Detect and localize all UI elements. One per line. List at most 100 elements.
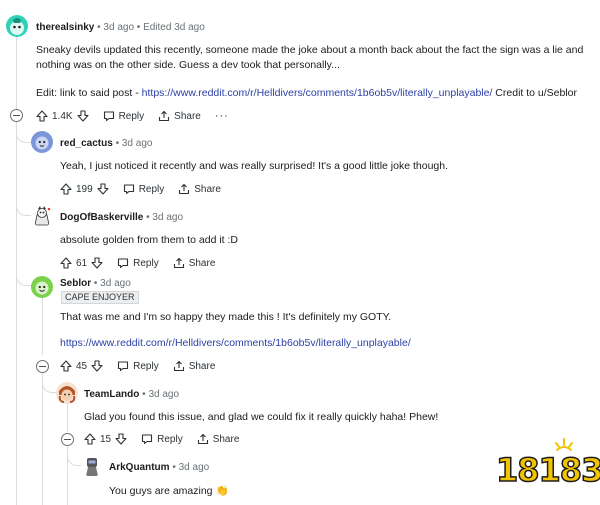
- reply-icon: [123, 184, 134, 195]
- comment-body: absolute golden from them to add it :D: [60, 234, 239, 246]
- timestamp: • 3d ago • Edited 3d ago: [97, 22, 205, 33]
- comment-body: Yeah, I just noticed it recently and was…: [60, 160, 449, 172]
- timestamp: • 3d ago: [93, 278, 131, 289]
- share-button[interactable]: Share: [158, 110, 201, 122]
- comment-actions: 199 Reply Share: [60, 181, 235, 197]
- thread-line-teamlando: [67, 403, 68, 432]
- reply-button[interactable]: Reply: [123, 183, 165, 195]
- username[interactable]: TeamLando: [84, 389, 139, 400]
- downvote-icon[interactable]: [115, 433, 127, 445]
- reply-icon: [118, 258, 129, 269]
- comment-body: You guys are amazing 👏: [109, 484, 509, 499]
- reply-button[interactable]: Reply: [117, 257, 159, 269]
- collapse-thread-button[interactable]: [61, 433, 74, 446]
- share-label: Share: [194, 183, 221, 195]
- reply-button[interactable]: Reply: [117, 360, 159, 372]
- avatar[interactable]: [31, 131, 53, 153]
- downvote-icon[interactable]: [77, 110, 89, 122]
- avatar[interactable]: [6, 15, 28, 37]
- user-flair-badge: CAPE ENJOYER: [61, 291, 139, 304]
- avatar[interactable]: [56, 382, 78, 404]
- reply-label: Reply: [133, 257, 159, 269]
- comment-meta: therealsinky • 3d ago • Edited 3d ago: [36, 22, 205, 33]
- avatar[interactable]: [31, 205, 53, 227]
- comment-meta: DogOfBaskerville • 3d ago: [60, 212, 183, 223]
- share-label: Share: [188, 257, 216, 269]
- timestamp: • 3d ago: [172, 462, 210, 473]
- username[interactable]: DogOfBaskerville: [60, 212, 143, 223]
- reply-label: Reply: [157, 433, 183, 445]
- score: 61: [76, 257, 88, 269]
- reply-icon: [103, 111, 114, 122]
- thread-connector: [16, 121, 31, 143]
- timestamp: • 3d ago: [146, 212, 184, 223]
- vote-group: 45: [60, 360, 103, 372]
- collapse-thread-button[interactable]: [36, 360, 49, 373]
- comment-actions: 45 Reply Share: [60, 358, 229, 374]
- upvote-icon[interactable]: [60, 257, 72, 269]
- vote-group: 199: [60, 183, 109, 195]
- reply-icon: [118, 361, 129, 372]
- vote-group: 15: [84, 433, 127, 445]
- post-link[interactable]: https://www.reddit.com/r/Helldivers/comm…: [60, 336, 590, 351]
- downvote-icon[interactable]: [91, 257, 103, 269]
- comment-actions: 61 Reply Share: [60, 255, 229, 271]
- share-button[interactable]: Share: [197, 433, 240, 445]
- share-icon: [173, 360, 184, 372]
- share-button[interactable]: Share: [178, 183, 221, 195]
- reply-label: Reply: [133, 360, 159, 372]
- comment-actions: 15 Reply Share: [84, 431, 253, 447]
- reply-button[interactable]: Reply: [141, 433, 183, 445]
- vote-group: 1.4K: [36, 110, 89, 122]
- share-label: Share: [188, 360, 216, 372]
- share-icon: [197, 433, 208, 445]
- post-link[interactable]: https://www.reddit.com/r/Helldivers/comm…: [142, 87, 493, 99]
- reply-button[interactable]: Reply: [103, 110, 145, 122]
- downvote-icon[interactable]: [97, 183, 109, 195]
- watermark-text: 18183: [495, 450, 600, 490]
- share-label: Share: [212, 433, 240, 445]
- upvote-icon[interactable]: [36, 110, 48, 122]
- share-button[interactable]: Share: [173, 257, 216, 269]
- thread-connector: [42, 373, 57, 393]
- username[interactable]: therealsinky: [36, 22, 94, 33]
- thread-line-root: [16, 36, 17, 112]
- share-label: Share: [174, 110, 201, 122]
- avatar[interactable]: [31, 276, 53, 298]
- thread-line-seblor-children: [42, 373, 43, 505]
- score: 45: [76, 360, 88, 372]
- clapping-emoji: 👏: [215, 485, 229, 497]
- collapse-thread-button[interactable]: [10, 109, 23, 122]
- username[interactable]: Seblor: [60, 278, 91, 289]
- comment-meta: Seblor • 3d ago: [60, 278, 131, 289]
- score: 199: [76, 183, 93, 195]
- thread-connector: [16, 268, 31, 286]
- upvote-icon[interactable]: [84, 433, 96, 445]
- timestamp: • 3d ago: [115, 138, 153, 149]
- timestamp: • 3d ago: [142, 389, 180, 400]
- comment-body: Glad you found this issue, and glad we c…: [84, 411, 439, 423]
- share-button[interactable]: Share: [173, 360, 216, 372]
- downvote-icon[interactable]: [91, 360, 103, 372]
- vote-group: 61: [60, 257, 103, 269]
- watermark-logo: 18183: [494, 437, 600, 497]
- thread-line-seblor: [42, 296, 43, 355]
- comment-text: You guys are amazing: [109, 485, 213, 497]
- thread-connector: [16, 196, 31, 216]
- upvote-icon[interactable]: [60, 183, 72, 195]
- more-options-button[interactable]: ···: [215, 110, 229, 122]
- reply-label: Reply: [118, 110, 145, 122]
- share-icon: [159, 110, 170, 122]
- upvote-icon[interactable]: [60, 360, 72, 372]
- username[interactable]: ArkQuantum: [109, 462, 170, 473]
- comment-body: That was me and I'm so happy they made t…: [60, 311, 392, 323]
- comment-actions: 1.4K Reply Share ···: [36, 108, 243, 124]
- comment-meta: ArkQuantum • 3d ago: [109, 462, 209, 473]
- score: 1.4K: [52, 110, 73, 122]
- edit-suffix: Credit to u/Seblor: [492, 87, 578, 99]
- edit-prefix: Edit: link to said post -: [36, 87, 142, 99]
- reply-label: Reply: [138, 183, 165, 195]
- comment-meta: TeamLando • 3d ago: [84, 389, 179, 400]
- avatar[interactable]: [81, 455, 103, 477]
- username[interactable]: red_cactus: [60, 138, 113, 149]
